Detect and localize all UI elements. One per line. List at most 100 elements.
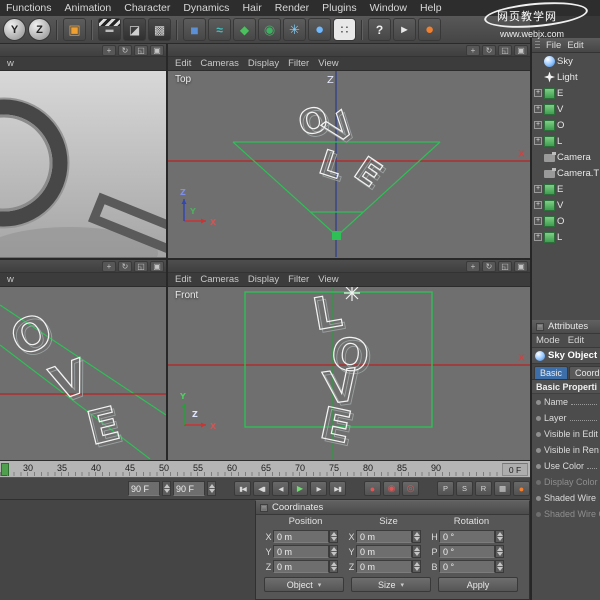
maximize-icon[interactable]: ▣ [150,45,164,56]
add-spline-icon[interactable]: ≈ [208,18,231,41]
expand-icon[interactable]: + [534,137,542,145]
attr-row-visible-in-editor[interactable]: Visible in Edit [532,426,600,442]
expand-icon[interactable]: + [534,185,542,193]
record-parameter-toggle[interactable]: ▦ [494,481,511,496]
start-frame-input[interactable] [128,481,160,496]
rotate-icon[interactable]: ↻ [482,261,496,272]
expand-icon[interactable]: + [534,105,542,113]
object-row-light[interactable]: Light [532,69,600,85]
viewport-menu-view[interactable]: View [318,274,338,285]
size-x-input[interactable] [356,530,412,543]
attr-menu-mode[interactable]: Mode [536,335,560,346]
object-row-e[interactable]: + E [532,85,600,101]
frame-spinner[interactable] [207,481,216,496]
viewport-menu-filter[interactable]: Filter [288,58,309,69]
random-dice-icon[interactable]: ∷ [333,18,356,41]
perspective-canvas[interactable] [0,71,166,257]
scale-icon[interactable]: ◱ [498,261,512,272]
frame-spinner[interactable] [162,481,171,496]
object-row-sky[interactable]: Sky [532,53,600,69]
menu-plugins[interactable]: Plugins [322,2,356,14]
rotate-icon[interactable]: ↻ [118,45,132,56]
position-x-spinner[interactable] [329,530,338,543]
record-position-toggle[interactable]: P [437,481,454,496]
scale-icon[interactable]: ◱ [134,261,148,272]
add-nurbs-icon[interactable]: ◆ [233,18,256,41]
maximize-icon[interactable]: ▣ [514,261,528,272]
size-z-spinner[interactable] [412,560,421,573]
menu-animation[interactable]: Animation [65,2,112,14]
rotate-icon[interactable]: ↻ [482,45,496,56]
prev-frame-button[interactable]: ◀ [272,481,289,496]
help-cursor-icon[interactable]: ? [368,18,391,41]
attr-row-name[interactable]: Name [532,394,600,410]
rotation-b-spinner[interactable] [495,560,504,573]
size-dropdown[interactable]: Size ▾ [351,577,431,592]
object-row-v2[interactable]: + V [532,197,600,213]
viewport-menu-display[interactable]: Display [248,58,279,69]
add-environment-icon[interactable]: ● [308,18,331,41]
axis-z-lock-icon[interactable]: Z [28,18,51,41]
end-frame-input[interactable] [173,481,205,496]
object-row-o[interactable]: + O [532,117,600,133]
axis-y-lock-icon[interactable]: Y [3,18,26,41]
rotation-p-input[interactable] [439,545,495,558]
record-rotation-toggle[interactable]: R [475,481,492,496]
viewport-menu-display[interactable]: Display [248,274,279,285]
record-keyframe-button[interactable]: ● [364,481,381,496]
scale-icon[interactable]: ◱ [134,45,148,56]
apply-button[interactable]: Apply [438,577,518,592]
tab-basic[interactable]: Basic [534,366,568,379]
menu-window[interactable]: Window [370,2,407,14]
position-z-input[interactable] [273,560,329,573]
goto-end-button[interactable]: ▶▮ [329,481,346,496]
pan-icon[interactable]: + [102,261,116,272]
play-button[interactable]: ▶ [291,481,308,496]
prev-key-button[interactable]: ◀▮ [253,481,270,496]
position-y-spinner[interactable] [329,545,338,558]
size-y-spinner[interactable] [412,545,421,558]
attr-row-layer[interactable]: Layer [532,410,600,426]
expand-icon[interactable]: + [534,201,542,209]
attributes-titlebar[interactable]: Attributes [532,320,600,334]
position-y-input[interactable] [273,545,329,558]
coordinates-titlebar[interactable]: Coordinates [256,501,529,515]
object-row-l[interactable]: + L [532,133,600,149]
object-row-camera[interactable]: Camera [532,149,600,165]
pan-icon[interactable]: + [102,45,116,56]
size-x-spinner[interactable] [412,530,421,543]
viewport-menu-cameras[interactable]: Cameras [200,58,239,69]
menu-character[interactable]: Character [124,2,170,14]
goto-start-button[interactable]: ▮◀ [234,481,251,496]
maximize-icon[interactable]: ▣ [514,45,528,56]
coordinate-system-icon[interactable]: ▣ [63,18,86,41]
maximize-icon[interactable]: ▣ [150,261,164,272]
viewport-menu-filter[interactable]: Filter [288,274,309,285]
rotation-h-spinner[interactable] [495,530,504,543]
add-cube-icon[interactable]: ■ [183,18,206,41]
front-canvas[interactable]: Front X L L O O V V [168,287,530,459]
scale-icon[interactable]: ◱ [498,45,512,56]
object-row-o2[interactable]: + O [532,213,600,229]
pan-icon[interactable]: + [466,45,480,56]
camera-object[interactable] [332,231,341,240]
size-z-input[interactable] [356,560,412,573]
rotate-icon[interactable]: ↻ [118,261,132,272]
timeline-ruler[interactable]: 30 35 40 45 50 55 60 65 70 75 80 85 90 [0,460,530,478]
menu-functions[interactable]: Functions [6,2,52,14]
render-settings-icon[interactable]: ▩ [148,18,171,41]
record-sphere-icon[interactable]: ● [418,18,441,41]
object-row-l2[interactable]: + L [532,229,600,245]
expand-icon[interactable]: + [534,233,542,241]
render-view-icon[interactable]: ▬ [98,18,121,41]
viewport-menu-remnant[interactable]: w [7,58,14,69]
position-x-input[interactable] [273,530,329,543]
attributes-object-row[interactable]: Sky Object [532,348,600,364]
side-canvas[interactable]: O O V V E E [0,287,166,459]
menu-render[interactable]: Render [275,2,309,14]
expand-icon[interactable]: + [534,217,542,225]
next-frame-button[interactable]: ▶ [310,481,327,496]
attr-menu-edit[interactable]: Edit [568,335,584,346]
expand-icon[interactable]: + [534,121,542,129]
viewport-menu-cameras[interactable]: Cameras [200,274,239,285]
